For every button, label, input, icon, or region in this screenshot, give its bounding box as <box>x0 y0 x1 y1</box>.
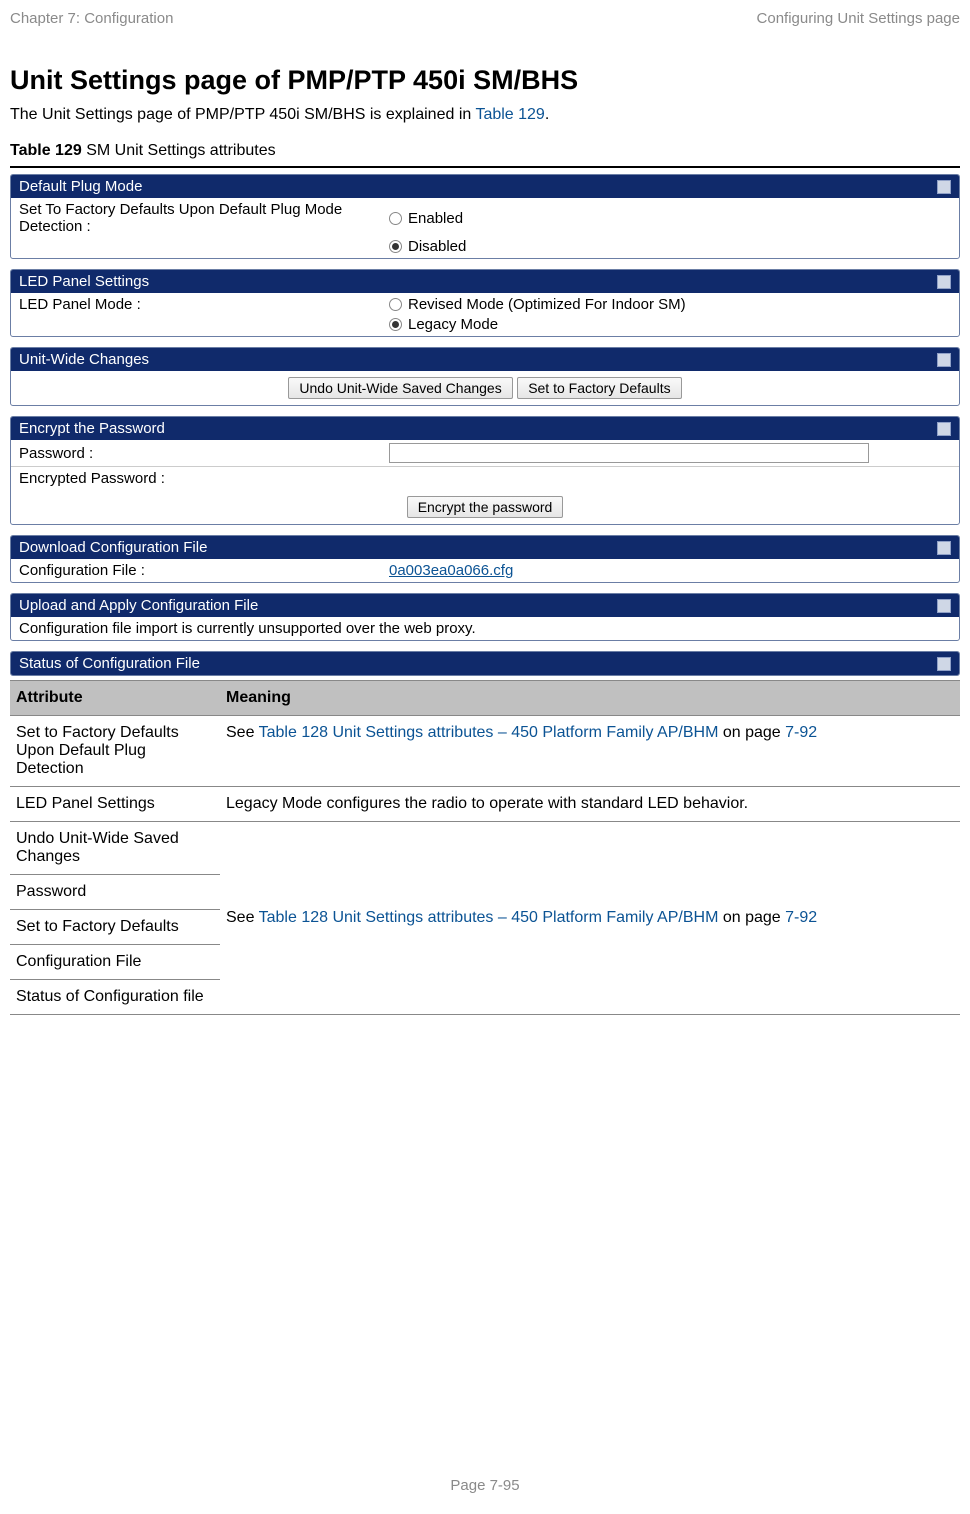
attr-left-stack: Undo Unit-Wide Saved Changes Password Se… <box>10 822 220 1014</box>
encrypted-password-label: Encrypted Password : <box>19 470 389 487</box>
panel-title: Default Plug Mode <box>19 178 142 195</box>
panel-body: Set To Factory Defaults Upon Default Plu… <box>11 198 959 258</box>
attr-meaning: See Table 128 Unit Settings attributes –… <box>220 716 960 786</box>
section-label: Configuring Unit Settings page <box>757 10 960 27</box>
panel-header[interactable]: Default Plug Mode <box>11 175 959 198</box>
panel-header[interactable]: LED Panel Settings <box>11 270 959 293</box>
panel-upload-config: Upload and Apply Configuration File Conf… <box>10 593 960 641</box>
panel-header[interactable]: Unit-Wide Changes <box>11 348 959 371</box>
panel-toggle-icon[interactable] <box>937 657 951 671</box>
table-row-merged: Undo Unit-Wide Saved Changes Password Se… <box>10 822 960 1015</box>
config-file-label: Configuration File : <box>19 562 389 579</box>
col-meaning: Meaning <box>220 681 960 715</box>
table-caption-text: SM Unit Settings attributes <box>82 142 276 159</box>
panel-header[interactable]: Download Configuration File <box>11 536 959 559</box>
panel-title: Unit-Wide Changes <box>19 351 149 368</box>
attr-name: Undo Unit-Wide Saved Changes <box>10 822 220 875</box>
panel-header[interactable]: Encrypt the Password <box>11 417 959 440</box>
panel-toggle-icon[interactable] <box>937 180 951 194</box>
password-label: Password : <box>19 445 389 462</box>
figure-area: Default Plug Mode Set To Factory Default… <box>10 166 960 1015</box>
page-link[interactable]: 7-92 <box>785 909 817 926</box>
panel-toggle-icon[interactable] <box>937 541 951 555</box>
undo-unit-wide-button[interactable]: Undo Unit-Wide Saved Changes <box>288 377 512 399</box>
chapter-label: Chapter 7: Configuration <box>10 10 173 27</box>
attr-name: Set to Factory Defaults <box>10 910 220 945</box>
table-128-link[interactable]: Table 128 Unit Settings attributes – 450… <box>259 724 719 741</box>
intro-paragraph: The Unit Settings page of PMP/PTP 450i S… <box>10 106 960 124</box>
page-title: Unit Settings page of PMP/PTP 450i SM/BH… <box>10 65 960 96</box>
set-factory-defaults-button[interactable]: Set to Factory Defaults <box>517 377 681 399</box>
panel-toggle-icon[interactable] <box>937 599 951 613</box>
text: See <box>226 724 259 741</box>
panel-toggle-icon[interactable] <box>937 275 951 289</box>
radio-enabled[interactable] <box>389 212 402 225</box>
table-row: LED Panel Settings Legacy Mode configure… <box>10 787 960 822</box>
text: See <box>226 909 259 926</box>
panel-toggle-icon[interactable] <box>937 353 951 367</box>
radio-revised-mode[interactable] <box>389 298 402 311</box>
table-caption-num: Table 129 <box>10 142 82 159</box>
panel-header[interactable]: Upload and Apply Configuration File <box>11 594 959 617</box>
panel-unit-wide-changes: Unit-Wide Changes Undo Unit-Wide Saved C… <box>10 347 960 406</box>
page-footer: Page 7-95 <box>0 1477 970 1494</box>
config-file-link[interactable]: 0a003ea0a066.cfg <box>389 562 513 579</box>
intro-end: . <box>545 106 549 123</box>
panel-download-config: Download Configuration File Configuratio… <box>10 535 960 583</box>
attr-meaning: Legacy Mode configures the radio to oper… <box>220 787 960 821</box>
radio-label: Revised Mode (Optimized For Indoor SM) <box>408 296 686 313</box>
radio-disabled[interactable] <box>389 240 402 253</box>
page-link[interactable]: 7-92 <box>785 724 817 741</box>
encrypt-password-button[interactable]: Encrypt the password <box>407 496 564 518</box>
upload-unsupported-msg: Configuration file import is currently u… <box>19 620 476 637</box>
attr-name: Password <box>10 875 220 910</box>
panel-encrypt-password: Encrypt the Password Password : Encrypte… <box>10 416 960 525</box>
setting-label: LED Panel Mode : <box>19 296 389 313</box>
table-129-link[interactable]: Table 129 <box>475 106 544 123</box>
intro-text: The Unit Settings page of PMP/PTP 450i S… <box>10 106 475 123</box>
text: on page <box>718 724 785 741</box>
col-attribute: Attribute <box>10 681 220 715</box>
table-128-link[interactable]: Table 128 Unit Settings attributes – 450… <box>259 909 719 926</box>
panel-title: Upload and Apply Configuration File <box>19 597 258 614</box>
panel-header[interactable]: Status of Configuration File <box>11 652 959 675</box>
radio-legacy-mode[interactable] <box>389 318 402 331</box>
panel-toggle-icon[interactable] <box>937 422 951 436</box>
table-caption: Table 129 SM Unit Settings attributes <box>10 142 960 160</box>
attr-name: LED Panel Settings <box>10 787 220 821</box>
panel-title: Encrypt the Password <box>19 420 165 437</box>
radio-label: Enabled <box>408 210 463 227</box>
panel-title: LED Panel Settings <box>19 273 149 290</box>
panel-title: Status of Configuration File <box>19 655 200 672</box>
attr-name: Configuration File <box>10 945 220 980</box>
panel-title: Download Configuration File <box>19 539 207 556</box>
panel-status-config: Status of Configuration File <box>10 651 960 676</box>
setting-label: Set To Factory Defaults Upon Default Plu… <box>19 201 389 235</box>
attr-name: Status of Configuration file <box>10 980 220 1014</box>
radio-label: Disabled <box>408 238 466 255</box>
attr-name: Set to Factory Defaults Upon Default Plu… <box>10 716 220 786</box>
attr-meaning: See Table 128 Unit Settings attributes –… <box>220 822 960 1014</box>
attribute-table-header: Attribute Meaning <box>10 680 960 716</box>
radio-label: Legacy Mode <box>408 316 498 333</box>
password-input[interactable] <box>389 443 869 463</box>
page-content: Unit Settings page of PMP/PTP 450i SM/BH… <box>0 65 970 1015</box>
text: on page <box>718 909 785 926</box>
panel-default-plug-mode: Default Plug Mode Set To Factory Default… <box>10 174 960 259</box>
table-row: Set to Factory Defaults Upon Default Plu… <box>10 716 960 787</box>
panel-led-settings: LED Panel Settings LED Panel Mode : Revi… <box>10 269 960 337</box>
page-header: Chapter 7: Configuration Configuring Uni… <box>0 0 970 35</box>
